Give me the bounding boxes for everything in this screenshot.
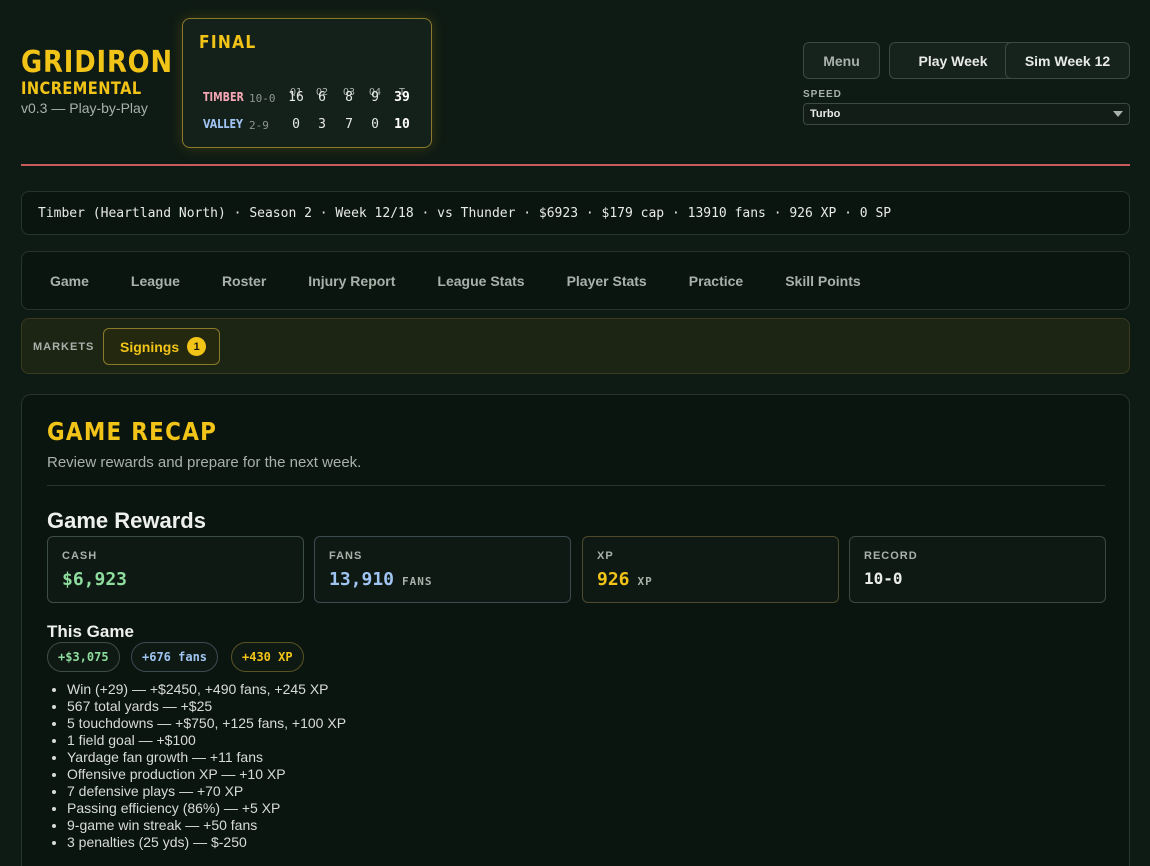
scoreboard: FINAL Q1 Q2 Q3 Q4 T TIMBER 10-0 16 6 8 9…	[182, 18, 432, 148]
list-item: 567 total yards — +$25	[67, 698, 346, 715]
score-cell: 0	[371, 117, 379, 132]
score-cell: 3	[318, 117, 326, 132]
header-divider	[21, 164, 1130, 166]
speed-label: SPEED	[803, 89, 842, 100]
tab-league-stats[interactable]: League Stats	[437, 273, 524, 289]
tab-injury-report[interactable]: Injury Report	[308, 273, 395, 289]
rewards-heading: Game Rewards	[47, 508, 206, 533]
game-recap-panel: GAME RECAP Review rewards and prepare fo…	[21, 394, 1130, 866]
team-record-home: 10-0	[249, 92, 276, 105]
speed-selected-value: Turbo	[810, 108, 841, 120]
recap-subtitle: Review rewards and prepare for the next …	[47, 454, 362, 471]
score-cell: 9	[371, 90, 379, 105]
fans-unit: FANS	[402, 575, 433, 588]
tab-roster[interactable]: Roster	[222, 273, 266, 289]
xp-value: 926	[597, 569, 630, 590]
signings-button[interactable]: Signings 1	[103, 328, 220, 365]
recap-title: GAME RECAP	[47, 417, 218, 446]
team-name-away: VALLEY	[203, 117, 243, 131]
card-label: XP	[597, 550, 614, 562]
score-cell: 6	[318, 90, 326, 105]
list-item: Passing efficiency (86%) — +5 XP	[67, 800, 346, 817]
xp-delta-chip: +430 XP	[231, 642, 304, 672]
record-card: RECORD 10-0	[849, 536, 1106, 603]
play-week-button[interactable]: Play Week	[889, 42, 1017, 79]
markets-label: MARKETS	[33, 341, 95, 353]
cash-card: CASH $6,923	[47, 536, 304, 603]
status-bar: Timber (Heartland North) · Season 2 · We…	[21, 191, 1130, 235]
list-item: 9-game win streak — +50 fans	[67, 817, 346, 834]
tab-league[interactable]: League	[131, 273, 180, 289]
reward-events-list: Win (+29) — +$2450, +490 fans, +245 XP 5…	[67, 681, 346, 851]
card-value: 926 XP	[597, 569, 653, 590]
score-grid: Q1 Q2 Q3 Q4 T TIMBER 10-0 16 6 8 9 39 VA…	[183, 19, 431, 147]
list-item: 1 field goal — +$100	[67, 732, 346, 749]
score-total: 39	[394, 90, 410, 105]
cash-delta-chip: +$3,075	[47, 642, 120, 672]
fans-card: FANS 13,910 FANS	[314, 536, 571, 603]
fans-value: 13,910	[329, 569, 395, 590]
xp-unit: XP	[637, 575, 653, 588]
card-value: 10-0	[864, 569, 903, 588]
card-label: CASH	[62, 550, 98, 562]
header: GRIDIRON INCREMENTAL v0.3 — Play-by-Play…	[21, 0, 1130, 166]
markets-bar: MARKETS Signings 1	[21, 318, 1130, 374]
signings-label: Signings	[120, 338, 180, 355]
divider	[47, 485, 1105, 486]
list-item: Win (+29) — +$2450, +490 fans, +245 XP	[67, 681, 346, 698]
card-value: 13,910 FANS	[329, 569, 433, 590]
logo: GRIDIRON INCREMENTAL v0.3 — Play-by-Play	[21, 45, 198, 117]
signings-count-badge: 1	[187, 337, 207, 356]
card-label: RECORD	[864, 550, 918, 562]
list-item: Yardage fan growth — +11 fans	[67, 749, 346, 766]
list-item: 5 touchdowns — +$750, +125 fans, +100 XP	[67, 715, 346, 732]
main-tabs: Game League Roster Injury Report League …	[21, 251, 1130, 310]
list-item: Offensive production XP — +10 XP	[67, 766, 346, 783]
score-total: 10	[394, 117, 410, 132]
sim-week-button[interactable]: Sim Week 12	[1005, 42, 1130, 79]
speed-select[interactable]: Turbo	[803, 103, 1130, 125]
menu-button[interactable]: Menu	[803, 42, 880, 79]
card-label: FANS	[329, 550, 363, 562]
tab-practice[interactable]: Practice	[689, 273, 743, 289]
record-value: 10-0	[864, 569, 903, 588]
this-game-heading: This Game	[47, 622, 134, 641]
card-value: $6,923	[62, 569, 127, 590]
team-record-away: 2-9	[249, 119, 269, 132]
list-item: 7 defensive plays — +70 XP	[67, 783, 346, 800]
cash-value: $6,923	[62, 569, 128, 590]
logo-subtitle: INCREMENTAL	[21, 79, 142, 99]
logo-title: GRIDIRON	[21, 45, 173, 80]
tab-game[interactable]: Game	[50, 273, 89, 289]
chevron-down-icon	[1113, 111, 1123, 117]
team-name-home: TIMBER	[203, 90, 244, 104]
fans-delta-chip: +676 fans	[131, 642, 219, 672]
tab-player-stats[interactable]: Player Stats	[567, 273, 647, 289]
list-item: 3 penalties (25 yds) — $-250	[67, 834, 346, 851]
version-label: v0.3 — Play-by-Play	[21, 100, 148, 116]
xp-card: XP 926 XP	[582, 536, 839, 603]
tab-skill-points[interactable]: Skill Points	[785, 273, 860, 289]
